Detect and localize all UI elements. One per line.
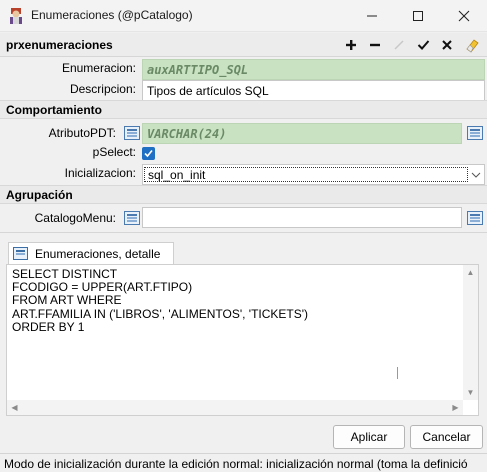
- close-button[interactable]: [441, 0, 487, 32]
- descripcion-field[interactable]: Tipos de artículos SQL: [142, 80, 485, 101]
- toolbar: prxenumeraciones: [0, 33, 487, 57]
- discard-button[interactable]: [436, 35, 458, 55]
- edit-button[interactable]: [388, 35, 410, 55]
- eraser-icon: [466, 39, 479, 53]
- chevron-down-icon: [471, 172, 481, 178]
- window-title: Enumeraciones (@pCatalogo): [31, 8, 193, 22]
- minimize-icon: [367, 15, 377, 17]
- close-icon: [458, 10, 470, 22]
- accept-button[interactable]: [412, 35, 434, 55]
- app-icon: [10, 8, 22, 24]
- apply-button[interactable]: Aplicar: [333, 425, 405, 449]
- catalogo-menu-list-icon[interactable]: [467, 211, 483, 225]
- atributo-pdt-label: AtributoPDT:: [48, 126, 116, 140]
- checkmark-icon: [144, 149, 153, 158]
- vertical-scrollbar[interactable]: ▲ ▼: [463, 265, 478, 400]
- inicializacion-select[interactable]: sql_on_init: [142, 164, 485, 185]
- pencil-icon: [394, 40, 404, 50]
- pselect-label: pSelect:: [92, 145, 136, 159]
- catalogo-menu-label: CatalogoMenu:: [34, 211, 116, 225]
- cancel-button[interactable]: Cancelar: [410, 425, 483, 449]
- grid-icon: [13, 247, 28, 260]
- enumeracion-label: Enumeracion:: [61, 61, 136, 75]
- tab-enumeraciones-detalle[interactable]: Enumeraciones, detalle: [8, 242, 174, 264]
- sql-text: SELECT DISTINCT FCODIGO = UPPER(ART.FTIP…: [12, 267, 309, 334]
- maximize-button[interactable]: [395, 0, 441, 32]
- title-bar: Enumeraciones (@pCatalogo): [0, 0, 487, 32]
- horizontal-scrollbar[interactable]: ◀ ▶: [7, 400, 463, 415]
- check-icon: [417, 40, 429, 50]
- section-agrupacion: Agrupación: [0, 185, 487, 204]
- scroll-left-icon[interactable]: ◀: [7, 400, 22, 415]
- delete-button[interactable]: [364, 35, 386, 55]
- status-bar: Modo de inicialización durante la edició…: [0, 453, 487, 472]
- sql-editor[interactable]: SELECT DISTINCT FCODIGO = UPPER(ART.FTIP…: [6, 264, 479, 416]
- scroll-down-icon[interactable]: ▼: [463, 385, 478, 400]
- catalogo-menu-field[interactable]: [142, 207, 462, 228]
- section-comportamiento: Comportamiento: [0, 100, 487, 119]
- clear-button[interactable]: [461, 35, 483, 55]
- inicializacion-label: Inicializacion:: [64, 166, 136, 180]
- text-cursor: [397, 367, 398, 379]
- atributo-pdt-field[interactable]: VARCHAR(24): [142, 123, 462, 144]
- form-name: prxenumeraciones: [6, 38, 113, 52]
- enumeracion-field[interactable]: auxARTTIPO_SQL: [142, 59, 485, 80]
- minimize-button[interactable]: [349, 0, 395, 32]
- tab-label: Enumeraciones, detalle: [35, 247, 161, 261]
- catalogo-menu-lookup-icon[interactable]: [124, 211, 140, 225]
- add-button[interactable]: [340, 35, 362, 55]
- divider: [0, 232, 487, 233]
- maximize-icon: [413, 11, 423, 21]
- plus-icon: [346, 40, 356, 50]
- pselect-checkbox[interactable]: [142, 147, 155, 160]
- descripcion-label: Descripcion:: [69, 82, 136, 96]
- atributo-pdt-list-icon[interactable]: [467, 126, 483, 140]
- minus-icon: [370, 43, 380, 47]
- scroll-up-icon[interactable]: ▲: [463, 265, 478, 280]
- scroll-right-icon[interactable]: ▶: [448, 400, 463, 415]
- atributo-pdt-lookup-icon[interactable]: [124, 126, 140, 140]
- inicializacion-value: sql_on_init: [144, 167, 468, 182]
- x-icon: [442, 40, 452, 50]
